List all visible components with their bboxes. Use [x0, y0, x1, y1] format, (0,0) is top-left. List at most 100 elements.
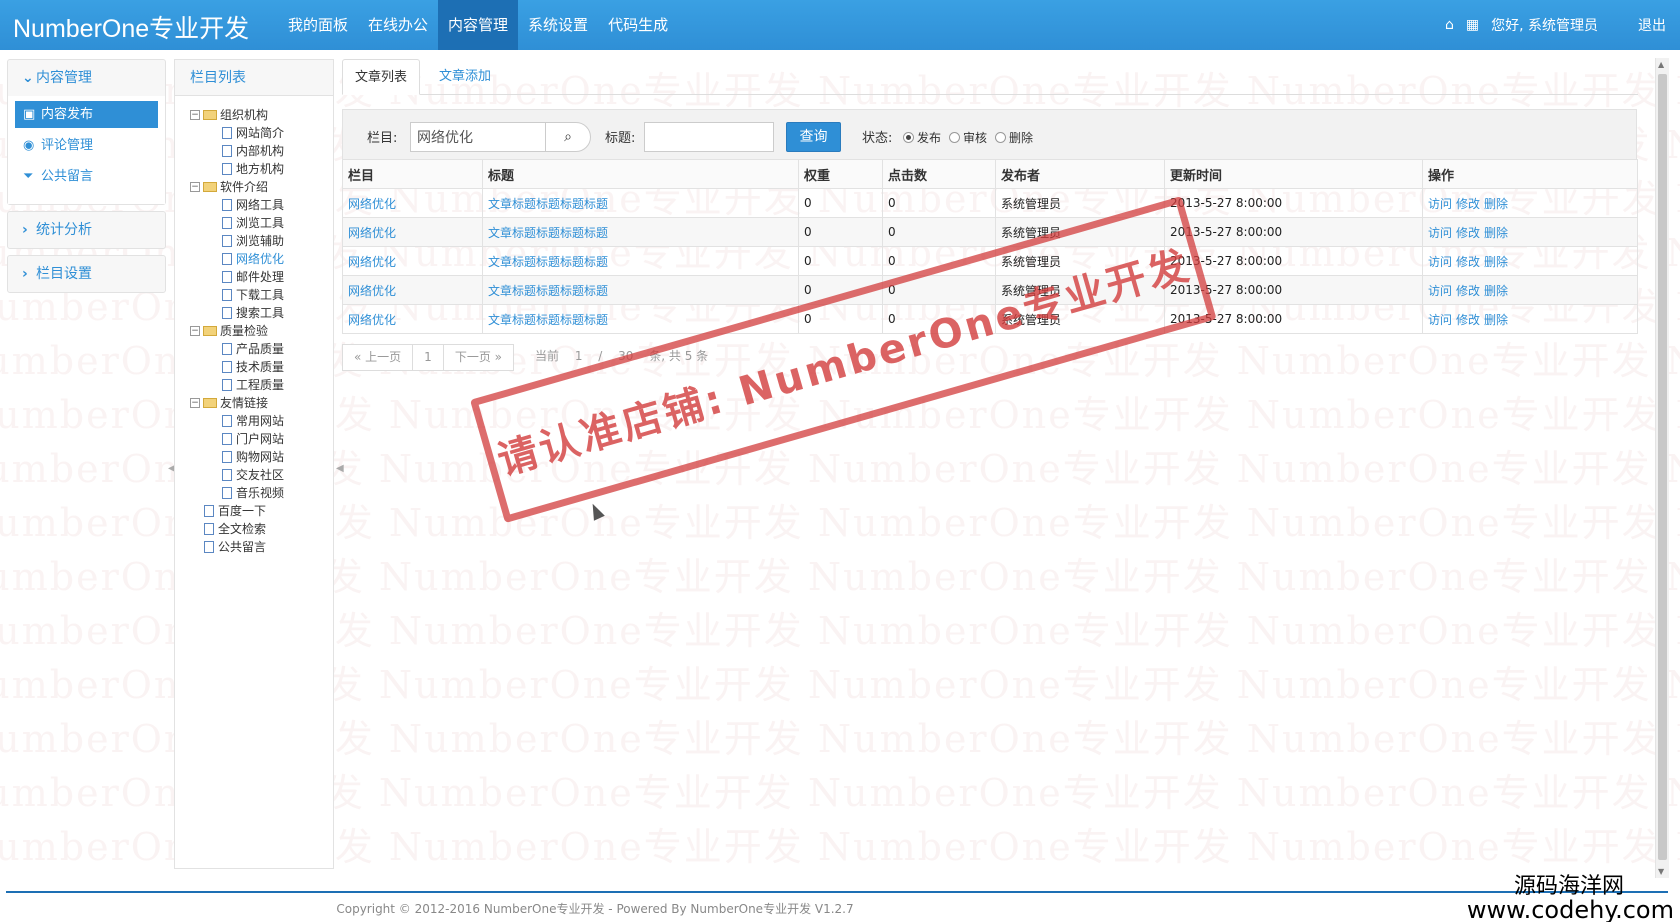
tree-leaf-label[interactable]: 工程质量: [236, 376, 284, 394]
nav-item[interactable]: 代码生成: [598, 0, 678, 50]
edit-link[interactable]: 修改: [1456, 226, 1480, 240]
tree-leaf[interactable]: 地方机构: [190, 160, 333, 178]
nav-item[interactable]: 内容管理: [438, 0, 519, 50]
tree-leaf[interactable]: 产品质量: [190, 340, 333, 358]
cell-column-text[interactable]: 网络优化: [348, 255, 396, 269]
tree-folder-label[interactable]: 质量检验: [220, 322, 268, 340]
menu-item[interactable]: ▣ 内容发布: [15, 101, 158, 128]
menu-group-header[interactable]: › 统计分析: [8, 212, 165, 248]
tree-leaf-label[interactable]: 购物网站: [236, 448, 284, 466]
cell-title-text[interactable]: 文章标题标题标题标题: [488, 226, 608, 240]
tree-leaf-label[interactable]: 网络优化: [236, 250, 284, 268]
radio-circle[interactable]: [949, 132, 960, 143]
tree-leaf-label[interactable]: 百度一下: [218, 502, 266, 520]
tree-folder-label[interactable]: 友情链接: [220, 394, 268, 412]
menu-group-header[interactable]: › 栏目设置: [8, 256, 165, 292]
tree-leaf-label[interactable]: 交友社区: [236, 466, 284, 484]
tree-leaf-label[interactable]: 网站简介: [236, 124, 284, 142]
tree-leaf[interactable]: 网络优化: [190, 250, 333, 268]
tree-leaf[interactable]: 邮件处理: [190, 268, 333, 286]
visit-link[interactable]: 访问: [1428, 255, 1452, 269]
tree-leaf[interactable]: 下载工具: [190, 286, 333, 304]
tree-leaf[interactable]: 浏览工具: [190, 214, 333, 232]
tab-article-list[interactable]: 文章列表: [342, 59, 421, 95]
title-input[interactable]: [644, 122, 774, 152]
tree-folder[interactable]: − 组织机构: [190, 106, 333, 124]
cell-title-text[interactable]: 文章标题标题标题标题: [488, 313, 608, 327]
cell-column-text[interactable]: 网络优化: [348, 313, 396, 327]
query-button[interactable]: 查询: [786, 122, 841, 152]
cell-column-text[interactable]: 网络优化: [348, 226, 396, 240]
column-input[interactable]: [410, 122, 547, 152]
tree-leaf-label[interactable]: 技术质量: [236, 358, 284, 376]
cell-title-text[interactable]: 文章标题标题标题标题: [488, 255, 608, 269]
tree-leaf-label[interactable]: 网络工具: [236, 196, 284, 214]
delete-link[interactable]: 删除: [1484, 197, 1508, 211]
tree-leaf[interactable]: 内部机构: [190, 142, 333, 160]
tree-leaf-label[interactable]: 搜索工具: [236, 304, 284, 322]
scroll-up-icon[interactable]: ▲: [1658, 60, 1664, 69]
tree-leaf-label[interactable]: 邮件处理: [236, 268, 284, 286]
status-radio-delete[interactable]: 删除: [995, 129, 1033, 146]
collapse-toggle-icon[interactable]: −: [190, 326, 200, 336]
tree-leaf[interactable]: 百度一下: [190, 502, 333, 520]
delete-link[interactable]: 删除: [1484, 284, 1508, 298]
tree-leaf[interactable]: 工程质量: [190, 376, 333, 394]
pager-page-input[interactable]: 1: [575, 349, 583, 363]
tree-leaf-label[interactable]: 常用网站: [236, 412, 284, 430]
tree-leaf[interactable]: 网络工具: [190, 196, 333, 214]
edit-link[interactable]: 修改: [1456, 284, 1480, 298]
brand-logo[interactable]: NumberOne专业开发: [13, 9, 249, 45]
tree-leaf-label[interactable]: 音乐视频: [236, 484, 284, 502]
visit-link[interactable]: 访问: [1428, 284, 1452, 298]
cell-column-text[interactable]: 网络优化: [348, 197, 396, 211]
tree-leaf[interactable]: 常用网站: [190, 412, 333, 430]
home-icon[interactable]: ⌂: [1445, 17, 1454, 33]
status-radio-review[interactable]: 审核: [949, 129, 987, 146]
tab-article-add[interactable]: 文章添加: [427, 59, 503, 95]
tree-folder[interactable]: − 友情链接: [190, 394, 333, 412]
tree-folder-label[interactable]: 软件介绍: [220, 178, 268, 196]
tree-folder-label[interactable]: 组织机构: [220, 106, 268, 124]
search-icon[interactable]: ⌕: [545, 122, 591, 152]
edit-link[interactable]: 修改: [1456, 313, 1480, 327]
nav-item[interactable]: 在线办公: [358, 0, 438, 50]
prev-page-button[interactable]: « 上一页: [342, 344, 414, 371]
delete-link[interactable]: 删除: [1484, 313, 1508, 327]
edit-link[interactable]: 修改: [1456, 197, 1480, 211]
edit-link[interactable]: 修改: [1456, 255, 1480, 269]
tree-leaf[interactable]: 网站简介: [190, 124, 333, 142]
menu-group-header[interactable]: ⌄ 内容管理: [8, 60, 165, 96]
visit-link[interactable]: 访问: [1428, 226, 1452, 240]
tree-folder[interactable]: − 质量检验: [190, 322, 333, 340]
visit-link[interactable]: 访问: [1428, 313, 1452, 327]
next-page-button[interactable]: 下一页 »: [442, 344, 514, 371]
tree-leaf[interactable]: 浏览辅助: [190, 232, 333, 250]
tree-leaf-label[interactable]: 门户网站: [236, 430, 284, 448]
status-radio-publish[interactable]: 发布: [903, 129, 941, 146]
tree-leaf-label[interactable]: 产品质量: [236, 340, 284, 358]
tree-leaf[interactable]: 公共留言: [190, 538, 333, 556]
tree-leaf-label[interactable]: 全文检索: [218, 520, 266, 538]
cell-title-text[interactable]: 文章标题标题标题标题: [488, 197, 608, 211]
tree-leaf-label[interactable]: 内部机构: [236, 142, 284, 160]
scrollbar-thumb[interactable]: [1658, 74, 1667, 860]
radio-circle[interactable]: [995, 132, 1006, 143]
tree-leaf[interactable]: 购物网站: [190, 448, 333, 466]
header-title[interactable]: 标题: [482, 159, 799, 189]
delete-link[interactable]: 删除: [1484, 226, 1508, 240]
menu-item[interactable]: ⏷ 公共留言: [15, 163, 158, 190]
cell-title-text[interactable]: 文章标题标题标题标题: [488, 284, 608, 298]
tree-leaf-label[interactable]: 公共留言: [218, 538, 266, 556]
tree-leaf[interactable]: 搜索工具: [190, 304, 333, 322]
user-greeting[interactable]: 您好, 系统管理员: [1491, 15, 1598, 35]
tree-leaf-label[interactable]: 下载工具: [236, 286, 284, 304]
visit-link[interactable]: 访问: [1428, 197, 1452, 211]
header-column[interactable]: 栏目: [342, 159, 483, 189]
collapse-toggle-icon[interactable]: −: [190, 398, 200, 408]
tree-leaf[interactable]: 全文检索: [190, 520, 333, 538]
collapse-toggle-icon[interactable]: −: [190, 110, 200, 120]
logout-link[interactable]: 退出: [1638, 15, 1666, 35]
radio-circle[interactable]: [903, 132, 914, 143]
header-updated[interactable]: 更新时间: [1164, 159, 1423, 189]
